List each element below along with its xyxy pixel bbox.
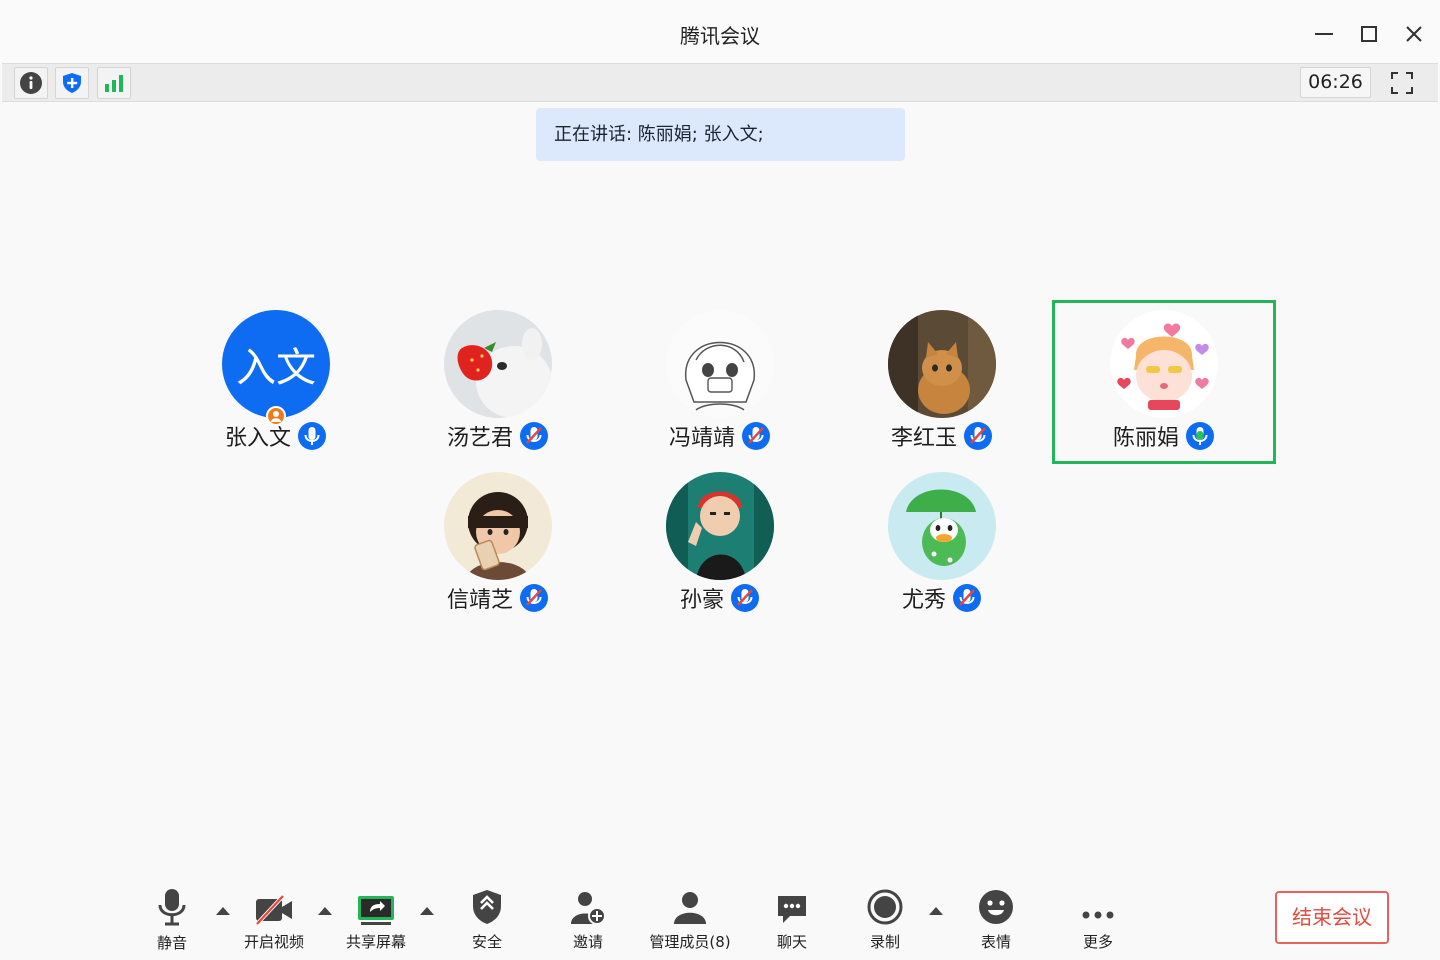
mic-muted-icon bbox=[520, 422, 548, 450]
add-user-icon bbox=[571, 892, 606, 925]
avatar-anime-redhead-image bbox=[666, 472, 774, 580]
participant-tile[interactable]: 入文 张入文 bbox=[166, 302, 386, 462]
participant-tile[interactable]: 冯靖靖 bbox=[610, 302, 830, 462]
participant-tile[interactable]: 信靖芝 bbox=[388, 464, 608, 624]
start-video-label: 开启视频 bbox=[243, 933, 304, 951]
video-options-caret-icon[interactable] bbox=[316, 903, 334, 917]
maximize-button[interactable] bbox=[1353, 18, 1385, 50]
participant-tile[interactable]: 孙豪 bbox=[610, 464, 830, 624]
avatar-manga-girl-image bbox=[666, 310, 774, 418]
avatar bbox=[666, 310, 774, 418]
fullscreen-icon bbox=[1391, 72, 1413, 94]
participant-tile[interactable]: 汤艺君 bbox=[388, 302, 608, 462]
mic-muted-icon bbox=[953, 584, 981, 612]
avatar bbox=[444, 472, 552, 580]
microphone-icon bbox=[158, 889, 186, 926]
reactions-button[interactable]: 表情 bbox=[971, 888, 1021, 952]
minimize-icon bbox=[1315, 33, 1333, 35]
participant-name: 冯靖靖 bbox=[668, 426, 735, 451]
avatar-initials: 入文 bbox=[222, 310, 330, 418]
signal-bars-icon bbox=[105, 75, 123, 92]
more-dots-icon bbox=[1082, 911, 1114, 919]
meeting-timer: 06:26 bbox=[1300, 67, 1371, 98]
minimize-button[interactable] bbox=[1308, 18, 1340, 50]
mute-label: 静音 bbox=[156, 934, 187, 952]
avatar-child-image bbox=[444, 472, 552, 580]
participant-tile[interactable]: 李红玉 bbox=[832, 302, 1052, 462]
mic-muted-icon bbox=[520, 584, 548, 612]
avatar-orange-cat-image bbox=[888, 310, 996, 418]
chat-bubble-icon bbox=[778, 896, 806, 923]
title-bar: 腾讯会议 bbox=[0, 0, 1440, 64]
close-button[interactable] bbox=[1398, 18, 1430, 50]
record-options-caret-icon[interactable] bbox=[927, 903, 945, 917]
record-button[interactable]: 录制 bbox=[860, 888, 910, 952]
mic-speaking-icon bbox=[1186, 422, 1214, 450]
chat-label: 聊天 bbox=[776, 933, 807, 951]
window-title: 腾讯会议 bbox=[680, 24, 760, 48]
participant-tile-active-speaker[interactable]: 陈丽娟 bbox=[1052, 300, 1276, 464]
security-status-button[interactable] bbox=[55, 67, 89, 99]
avatar bbox=[1110, 310, 1218, 418]
avatar bbox=[888, 310, 996, 418]
smiley-icon bbox=[979, 890, 1013, 924]
share-screen-button[interactable]: 共享屏幕 bbox=[340, 888, 412, 952]
fullscreen-button[interactable] bbox=[1384, 67, 1420, 99]
participant-name: 孙豪 bbox=[679, 588, 724, 613]
participant-name: 汤艺君 bbox=[446, 426, 513, 451]
video-off-icon bbox=[255, 895, 292, 925]
participant-tile[interactable]: 尤秀 bbox=[832, 464, 1052, 624]
meeting-info-button[interactable] bbox=[14, 67, 48, 99]
maximize-icon bbox=[1361, 26, 1377, 42]
info-icon bbox=[20, 72, 42, 94]
security-shield-icon bbox=[473, 890, 501, 924]
participant-name: 信靖芝 bbox=[446, 588, 513, 613]
mic-on-icon bbox=[298, 422, 326, 450]
manage-members-button[interactable]: 管理成员(8) bbox=[644, 888, 736, 952]
mute-options-caret-icon[interactable] bbox=[214, 903, 232, 917]
chat-button[interactable]: 聊天 bbox=[767, 888, 817, 952]
more-button[interactable]: 更多 bbox=[1073, 888, 1123, 952]
meeting-info-toolbar: 06:26 bbox=[2, 63, 1438, 102]
share-options-caret-icon[interactable] bbox=[418, 903, 436, 917]
mic-muted-icon bbox=[731, 584, 759, 612]
avatar-white-cat-image bbox=[444, 310, 552, 418]
meeting-controls-bar: 静音 开启视频 共享屏幕 安全 邀请 管理成员(8) 聊天 录制 表情 更多 结… bbox=[0, 880, 1440, 960]
security-button[interactable]: 安全 bbox=[462, 888, 512, 952]
invite-label: 邀请 bbox=[572, 933, 603, 951]
reactions-label: 表情 bbox=[980, 933, 1011, 951]
mic-muted-icon bbox=[742, 422, 770, 450]
participant-name: 李红玉 bbox=[890, 426, 957, 451]
invite-button[interactable]: 邀请 bbox=[563, 888, 613, 952]
avatar bbox=[666, 472, 774, 580]
manage-members-label: 管理成员(8) bbox=[649, 933, 731, 951]
avatar bbox=[888, 472, 996, 580]
mute-button[interactable]: 静音 bbox=[150, 888, 194, 952]
more-label: 更多 bbox=[1082, 933, 1113, 951]
members-icon bbox=[674, 892, 706, 924]
avatar-green-duck-image bbox=[888, 472, 996, 580]
speaking-indicator: 正在讲话: 陈丽娟; 张入文; bbox=[536, 108, 905, 161]
network-status-button[interactable] bbox=[97, 67, 131, 99]
start-video-button[interactable]: 开启视频 bbox=[238, 888, 310, 952]
record-label: 录制 bbox=[869, 933, 900, 951]
host-badge-icon bbox=[266, 406, 286, 426]
share-screen-label: 共享屏幕 bbox=[345, 933, 406, 951]
record-icon bbox=[867, 889, 903, 925]
security-label: 安全 bbox=[471, 933, 502, 951]
avatar-cartoon-hearts-image bbox=[1110, 310, 1218, 418]
share-screen-icon bbox=[358, 896, 394, 925]
mic-muted-icon bbox=[964, 422, 992, 450]
close-icon bbox=[1406, 26, 1422, 42]
shield-icon bbox=[63, 73, 81, 93]
end-meeting-button[interactable]: 结束会议 bbox=[1275, 891, 1389, 944]
participant-name: 陈丽娟 bbox=[1112, 426, 1179, 451]
participant-name: 尤秀 bbox=[901, 588, 946, 613]
avatar: 入文 bbox=[222, 310, 330, 418]
avatar bbox=[444, 310, 552, 418]
